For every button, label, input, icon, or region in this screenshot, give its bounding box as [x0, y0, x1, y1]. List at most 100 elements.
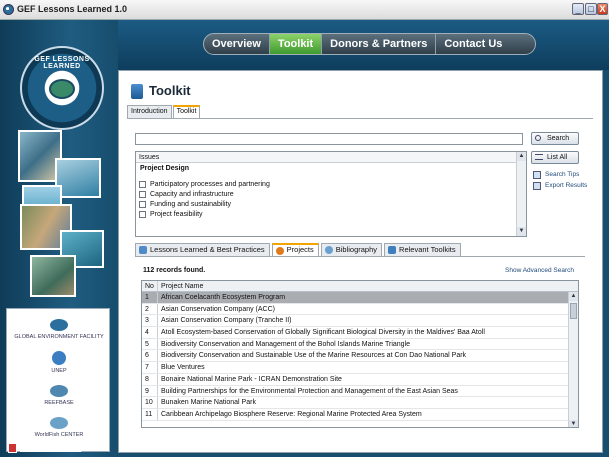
issue-item[interactable]: Funding and sustainability: [136, 199, 526, 209]
unep-logo: UNEP: [7, 351, 111, 374]
tab-toolkit[interactable]: Toolkit: [172, 105, 201, 118]
row-project: African Coelacanth Ecosystem Program: [161, 294, 286, 301]
row-no: 10: [142, 397, 158, 408]
fish-icon: [49, 79, 75, 99]
table-header: No Project Name: [142, 281, 578, 292]
bibliography-icon: [324, 246, 333, 254]
row-project: Bonaire National Marine Park - ICRAN Dem…: [161, 375, 342, 383]
scroll-up-icon[interactable]: ▲: [569, 292, 578, 301]
issues-group-title: Project Design: [140, 165, 190, 172]
column-project-name[interactable]: Project Name: [158, 281, 578, 291]
result-tab-divider: [135, 256, 585, 257]
tab-label: Relevant Toolkits: [399, 245, 456, 254]
export-results-label: Export Results: [545, 182, 588, 189]
checkbox[interactable]: [139, 200, 146, 208]
table-row[interactable]: 2 Asian Conservation Company (ACC): [142, 303, 568, 316]
contents-icon[interactable]: [8, 443, 17, 453]
search-icon: [535, 135, 541, 141]
table-body: 1 African Coelacanth Ecosystem Program 2A…: [142, 292, 568, 421]
tab-projects[interactable]: Projects: [271, 243, 319, 256]
list-all-label: List All: [547, 154, 568, 161]
issue-label: Participatory processes and partnering: [150, 180, 270, 188]
search-tips-link[interactable]: Search Tips: [533, 171, 580, 179]
use-of-contents-link[interactable]: Use of Contents: [20, 443, 81, 452]
issues-header: Issues: [136, 152, 526, 163]
row-project: Biodiversity Conservation and Management…: [161, 340, 411, 348]
partner-worldfish: WorldFish CENTER: [34, 432, 84, 438]
column-no[interactable]: No: [142, 281, 158, 291]
table-row[interactable]: 3 Asian Conservation Company (Tranche II): [142, 315, 568, 328]
photo-coral: [30, 255, 76, 297]
table-row[interactable]: 11 Caribbean Archipelago Biosphere Reserv…: [142, 408, 568, 421]
gef-mark-icon: [50, 319, 68, 331]
minimize-button[interactable]: _: [572, 3, 584, 15]
table-row[interactable]: 7 Blue Ventures: [142, 362, 568, 374]
scroll-up-icon[interactable]: ▲: [517, 152, 526, 161]
search-tips-label: Search Tips: [545, 171, 580, 178]
tab-bibliography[interactable]: Bibliography: [320, 243, 383, 256]
table-row[interactable]: 1 African Coelacanth Ecosystem Program: [142, 292, 568, 304]
issue-label: Capacity and infrastructure: [150, 190, 234, 198]
nav-donors-partners[interactable]: Donors & Partners: [322, 34, 437, 54]
row-project: Asian Conservation Company (ACC): [161, 305, 275, 313]
table-row[interactable]: 5 Biodiversity Conservation and Managemen…: [142, 338, 568, 351]
issue-item[interactable]: Participatory processes and partnering: [136, 179, 526, 189]
row-project: Blue Ventures: [161, 364, 205, 372]
export-results-link[interactable]: Export Results: [533, 182, 588, 190]
close-button[interactable]: X: [597, 3, 608, 15]
list-all-button[interactable]: List All: [531, 151, 579, 164]
list-icon: [535, 154, 543, 160]
reefbase-mark-icon: [50, 385, 68, 397]
issue-item[interactable]: Capacity and infrastructure: [136, 189, 526, 199]
scroll-thumb[interactable]: [570, 303, 577, 319]
search-input[interactable]: [135, 133, 523, 145]
issue-item[interactable]: Project feasibility: [136, 209, 526, 219]
gef-lessons-learned-logo: GEF LESSONS LEARNED: [20, 46, 104, 130]
checkbox[interactable]: [139, 190, 146, 198]
title-bar: GEF Lessons Learned 1.0 _ □ X: [0, 0, 609, 20]
tab-label: Lessons Learned & Best Practices: [150, 245, 265, 254]
window-title: GEF Lessons Learned 1.0: [17, 4, 128, 14]
toolkit-icon: [131, 84, 143, 99]
lessons-icon: [139, 246, 147, 254]
scroll-down-icon[interactable]: ▼: [517, 227, 526, 236]
tab-label: Projects: [286, 245, 314, 254]
advanced-search-link[interactable]: Show Advanced Search: [505, 267, 574, 274]
table-row[interactable]: 6 Biodiversity Conservation and Sustainab…: [142, 350, 568, 363]
table-row[interactable]: 10 Bunaken Marine National Park: [142, 397, 568, 409]
table-row[interactable]: 9 Building Partnerships for the Environme…: [142, 385, 568, 398]
left-panel: GEF LESSONS LEARNED GLOBAL ENVIRONMENT F…: [0, 20, 118, 457]
nav-toolkit[interactable]: Toolkit: [269, 34, 323, 54]
row-project: Building Partnerships for the Environmen…: [161, 387, 458, 395]
maximize-button[interactable]: □: [585, 3, 597, 15]
checkbox[interactable]: [139, 180, 146, 188]
checkbox[interactable]: [139, 210, 146, 218]
row-no: 9: [142, 385, 158, 397]
row-project: Caribbean Archipelago Biosphere Reserve:…: [161, 410, 422, 418]
table-row[interactable]: 4 Atoll Ecosystem-based Conservation of G…: [142, 327, 568, 339]
nav-bar: Overview Toolkit Donors & Partners Conta…: [203, 33, 536, 55]
nav-contact-us[interactable]: Contact Us: [436, 34, 510, 54]
tab-lessons-learned[interactable]: Lessons Learned & Best Practices: [135, 243, 270, 256]
row-no: 2: [142, 303, 158, 315]
tab-introduction[interactable]: Introduction: [127, 105, 172, 118]
search-button-label: Search: [547, 135, 570, 142]
result-tabs: Lessons Learned & Best Practices Project…: [135, 243, 463, 256]
nav-overview[interactable]: Overview: [204, 34, 270, 54]
app-icon: [3, 4, 14, 15]
scroll-down-icon[interactable]: ▼: [569, 420, 578, 427]
projects-icon: [275, 247, 284, 255]
table-row[interactable]: 8 Bonaire National Marine Park - ICRAN De…: [142, 373, 568, 386]
toolkits-icon: [388, 246, 397, 254]
partner-logos: GLOBAL ENVIRONMENT FACILITY UNEP REEFBAS…: [6, 308, 110, 452]
unep-mark-icon: [52, 351, 66, 365]
partner-gef: GLOBAL ENVIRONMENT FACILITY: [14, 334, 104, 340]
search-button[interactable]: Search: [531, 132, 579, 145]
worldfish-logo: WorldFish CENTER: [7, 417, 111, 438]
tab-relevant-toolkits[interactable]: Relevant Toolkits: [384, 243, 461, 256]
issues-scrollbar[interactable]: ▲ ▼: [516, 152, 526, 236]
records-count: 112 records found.: [143, 267, 206, 274]
table-scrollbar[interactable]: ▲ ▼: [568, 292, 578, 427]
main-panel: Toolkit Introduction Toolkit Search List…: [118, 70, 603, 453]
worldfish-mark-icon: [50, 417, 68, 429]
